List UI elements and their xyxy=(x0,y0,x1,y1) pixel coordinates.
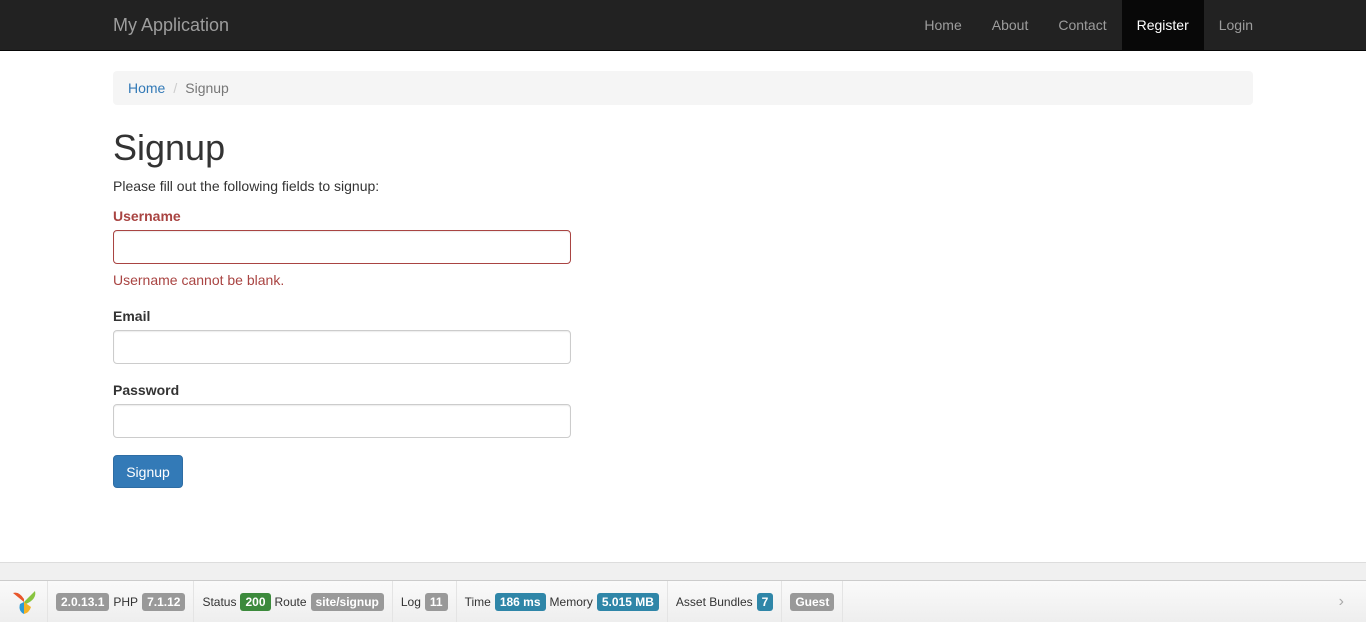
nav-menu: Home About Contact Register Login xyxy=(909,0,1268,50)
debug-toolbar-resize-strip[interactable] xyxy=(0,562,1366,581)
yii-logo-icon[interactable] xyxy=(0,580,48,622)
username-input[interactable] xyxy=(113,230,571,264)
route-badge: site/signup xyxy=(310,592,384,611)
breadcrumb: Home / Signup xyxy=(113,71,1253,105)
page-title: Signup xyxy=(113,127,226,168)
asset-bundles-badge: 7 xyxy=(756,592,774,611)
email-label: Email xyxy=(113,308,151,324)
chevron-right-icon[interactable]: › xyxy=(1339,593,1344,611)
yii-version-badge: 2.0.13.1 xyxy=(56,592,110,611)
debug-log-block[interactable]: Log 11 xyxy=(393,580,457,622)
nav-item-register[interactable]: Register xyxy=(1121,0,1204,50)
asset-bundles-label: Asset Bundles xyxy=(675,594,753,609)
password-input[interactable] xyxy=(113,404,571,438)
debug-assets-block[interactable]: Asset Bundles 7 xyxy=(668,580,783,622)
breadcrumb-separator: / xyxy=(173,80,178,96)
time-badge: 186 ms xyxy=(494,592,546,611)
nav-item-login[interactable]: Login xyxy=(1204,0,1268,50)
nav-item-about[interactable]: About xyxy=(977,0,1044,50)
breadcrumb-home-link[interactable]: Home xyxy=(128,80,165,96)
debug-version-block[interactable]: 2.0.13.1 PHP 7.1.12 xyxy=(48,580,195,622)
breadcrumb-current: Signup xyxy=(185,80,229,96)
php-version-badge: 7.1.12 xyxy=(142,592,186,611)
memory-label: Memory xyxy=(549,594,593,609)
email-group: Email xyxy=(113,308,571,364)
memory-badge: 5.015 MB xyxy=(596,592,659,611)
nav-item-home[interactable]: Home xyxy=(909,0,976,50)
time-label: Time xyxy=(464,594,491,609)
php-label: PHP xyxy=(113,594,139,609)
debug-user-block[interactable]: Guest xyxy=(782,580,844,622)
username-error: Username cannot be blank. xyxy=(113,272,285,288)
user-badge: Guest xyxy=(790,592,835,611)
brand-link[interactable]: My Application xyxy=(113,15,229,36)
log-label: Log xyxy=(400,594,421,609)
navbar: My Application Home About Contact Regist… xyxy=(0,0,1366,51)
debug-toolbar: 2.0.13.1 PHP 7.1.12 Status 200 Route sit… xyxy=(0,580,1366,622)
signup-button[interactable]: Signup xyxy=(113,455,183,488)
status-label: Status xyxy=(202,594,237,609)
debug-request-block[interactable]: Status 200 Route site/signup xyxy=(194,580,393,622)
email-input[interactable] xyxy=(113,330,571,364)
password-label: Password xyxy=(113,382,180,398)
log-count-badge: 11 xyxy=(424,592,448,611)
nav-item-contact[interactable]: Contact xyxy=(1043,0,1121,50)
debug-profiling-block[interactable]: Time 186 ms Memory 5.015 MB xyxy=(457,580,668,622)
username-group: Username Username cannot be blank. xyxy=(113,208,571,288)
route-label: Route xyxy=(274,594,307,609)
password-group: Password xyxy=(113,382,571,438)
username-label: Username xyxy=(113,208,181,224)
page-intro: Please fill out the following fields to … xyxy=(113,178,380,194)
status-badge: 200 xyxy=(240,592,271,611)
